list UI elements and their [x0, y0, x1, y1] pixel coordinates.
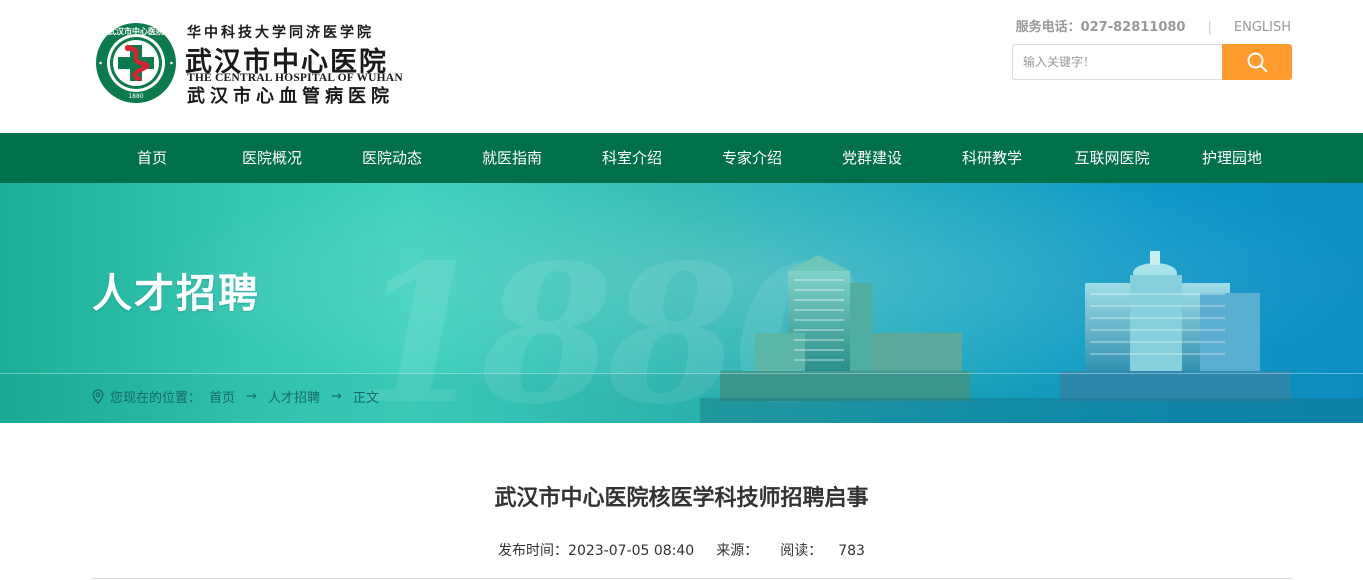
service-phone: 服务电话：027-82811080	[1015, 20, 1186, 35]
page-banner: 1880 人才招聘 您现在的位置： 首页 → 人才招聘 → 正文	[0, 183, 1363, 423]
location-pin-icon	[92, 389, 104, 404]
breadcrumb-home[interactable]: 首页	[209, 387, 235, 406]
breadcrumb-current: 正文	[352, 391, 379, 406]
main-nav: 首页 医院概况 医院动态 就医指南 科室介绍 专家介绍 党群建设 科研教学 互联…	[0, 133, 1363, 183]
hospital-emblem-icon: 武汉市中心医院 1880	[96, 23, 176, 103]
breadcrumb-arrow: →	[330, 389, 342, 404]
nav-item-nursing[interactable]: 护理园地	[1172, 133, 1292, 183]
emblem-year: 1880	[128, 93, 143, 100]
nav-item-overview[interactable]: 医院概况	[212, 133, 332, 183]
nav-item-departments[interactable]: 科室介绍	[572, 133, 692, 183]
breadcrumb-bar: 您现在的位置： 首页 → 人才招聘 → 正文	[0, 373, 1363, 423]
logo-university: 华中科技大学同济医学院	[187, 25, 374, 41]
read-label: 阅读：	[780, 543, 823, 559]
nav-item-research[interactable]: 科研教学	[932, 133, 1052, 183]
breadcrumb: 您现在的位置： 首页 → 人才招聘 → 正文	[92, 387, 379, 406]
breadcrumb-prefix: 您现在的位置：	[110, 391, 202, 406]
emblem-ring-text: 武汉市中心医院	[108, 26, 164, 36]
banner-title: 人才招聘	[92, 271, 260, 317]
source-label: 来源：	[716, 543, 759, 559]
search-button[interactable]	[1222, 44, 1292, 80]
logo-cardio-name: 武汉市心血管病医院	[187, 86, 394, 107]
search-icon	[1247, 52, 1268, 73]
top-links: 服务电话：027-82811080 | ENGLISH	[1001, 16, 1291, 36]
publish-label: 发布时间：	[498, 543, 569, 559]
nav-item-experts[interactable]: 专家介绍	[692, 133, 812, 183]
nav-item-internet-hospital[interactable]: 互联网医院	[1052, 133, 1172, 183]
breadcrumb-recruitment[interactable]: 人才招聘	[268, 387, 320, 406]
search-input[interactable]	[1012, 44, 1222, 80]
nav-item-home[interactable]: 首页	[92, 133, 212, 183]
top-separator: |	[1207, 20, 1212, 35]
read-count: 783	[838, 543, 865, 559]
nav-item-news[interactable]: 医院动态	[332, 133, 452, 183]
nav-item-guide[interactable]: 就医指南	[452, 133, 572, 183]
logo-text: 华中科技大学同济医学院 武汉市中心医院 THE CENTRAL HOSPITAL…	[185, 20, 425, 108]
nav-item-party[interactable]: 党群建设	[812, 133, 932, 183]
article-meta: 发布时间：2023-07-05 08:40 来源： 阅读： 783	[0, 540, 1363, 560]
article-title: 武汉市中心医院核医学科技师招聘启事	[494, 486, 869, 511]
site-header: 武汉市中心医院 1880 华中科技大学同济医学院 武汉市中心医院 THE CEN…	[0, 0, 1363, 133]
english-link[interactable]: ENGLISH	[1234, 20, 1291, 35]
article-divider	[92, 578, 1292, 579]
hospital-logo[interactable]: 武汉市中心医院 1880 华中科技大学同济医学院 武汉市中心医院 THE CEN…	[95, 20, 425, 108]
search-bar	[1012, 44, 1292, 80]
breadcrumb-arrow: →	[246, 389, 257, 404]
publish-time: 2023-07-05 08:40	[568, 543, 695, 559]
